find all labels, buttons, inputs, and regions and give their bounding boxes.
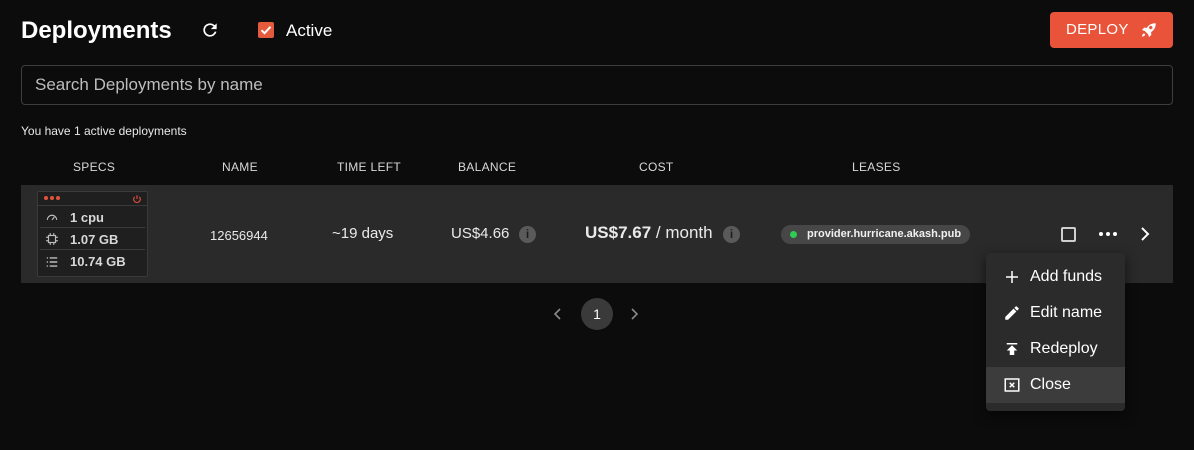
chip-icon — [46, 233, 58, 245]
menu-item-label: Close — [1030, 376, 1071, 393]
row-select-checkbox[interactable] — [1061, 227, 1076, 242]
window-dots-icon — [44, 196, 60, 200]
menu-item-label: Redeploy — [1030, 340, 1098, 357]
lease-status-dot — [790, 231, 797, 238]
spec-storage: 10.74 GB — [40, 251, 145, 272]
spec-storage-value: 10.74 GB — [70, 254, 126, 269]
menu-item-add-funds[interactable]: Add funds — [986, 259, 1125, 295]
upload-icon — [1006, 343, 1018, 355]
deployment-balance: US$4.66 — [451, 225, 510, 242]
menu-item-edit-name[interactable]: Edit name — [986, 295, 1125, 331]
check-icon — [260, 26, 272, 35]
page-number-button[interactable]: 1 — [581, 298, 613, 330]
power-icon — [133, 195, 141, 203]
cost-period: / month — [651, 223, 713, 242]
lease-badge[interactable]: provider.hurricane.akash.pub — [781, 225, 971, 244]
lease-provider: provider.hurricane.akash.pub — [807, 228, 962, 240]
chevron-right-icon[interactable] — [1137, 225, 1153, 243]
cost-info-icon[interactable]: i — [723, 226, 740, 243]
deployment-cost: US$7.67 / month — [585, 224, 713, 243]
column-header-leases: LEASES — [852, 160, 901, 174]
active-checkbox[interactable] — [258, 22, 274, 38]
column-header-balance: BALANCE — [458, 160, 517, 174]
column-header-time-left: TIME LEFT — [337, 160, 402, 174]
more-options-icon[interactable] — [1097, 225, 1119, 243]
column-header-cost: COST — [639, 160, 674, 174]
active-label: Active — [286, 21, 333, 40]
deployment-name: 12656944 — [210, 228, 268, 243]
rocket-icon — [1141, 23, 1156, 38]
list-storage-icon — [46, 256, 58, 267]
close-box-icon — [1004, 378, 1020, 392]
cost-amount: US$7.67 — [585, 223, 652, 242]
balance-info-icon[interactable]: i — [519, 226, 536, 243]
spec-cpu-value: 1 cpu — [70, 209, 104, 225]
page-header: Deployments Active DEPLOY — [21, 10, 1173, 50]
deployment-time-left: ~19 days — [332, 225, 394, 242]
page-title: Deployments — [21, 17, 172, 44]
spec-cpu: 1 cpu — [40, 207, 145, 228]
deploy-button-label: DEPLOY — [1066, 21, 1129, 38]
spec-memory-value: 1.07 GB — [70, 231, 119, 247]
column-header-name: NAME — [222, 160, 258, 174]
menu-item-redeploy[interactable]: Redeploy — [986, 331, 1125, 367]
specs-card: 1 cpu 1.07 GB 10.74 GB — [37, 191, 148, 277]
specs-card-topbar — [38, 192, 147, 206]
search-field[interactable] — [21, 65, 1173, 105]
search-input[interactable] — [22, 66, 1172, 104]
speedometer-icon — [46, 214, 58, 221]
menu-item-label: Add funds — [1030, 268, 1103, 285]
pencil-icon — [1005, 306, 1019, 320]
spec-memory: 1.07 GB — [40, 229, 145, 250]
deployment-actions-menu: Add funds Edit name Redeploy Close — [986, 253, 1125, 411]
menu-item-close[interactable]: Close — [986, 367, 1125, 403]
refresh-icon[interactable] — [200, 20, 220, 40]
deploy-button[interactable]: DEPLOY — [1050, 12, 1173, 48]
column-header-specs: SPECS — [73, 160, 116, 174]
next-page-icon[interactable] — [626, 306, 642, 322]
previous-page-icon[interactable] — [550, 306, 566, 322]
plus-icon — [1006, 271, 1018, 283]
menu-item-label: Edit name — [1030, 304, 1103, 321]
deployment-summary: You have 1 active deployments — [21, 124, 187, 138]
